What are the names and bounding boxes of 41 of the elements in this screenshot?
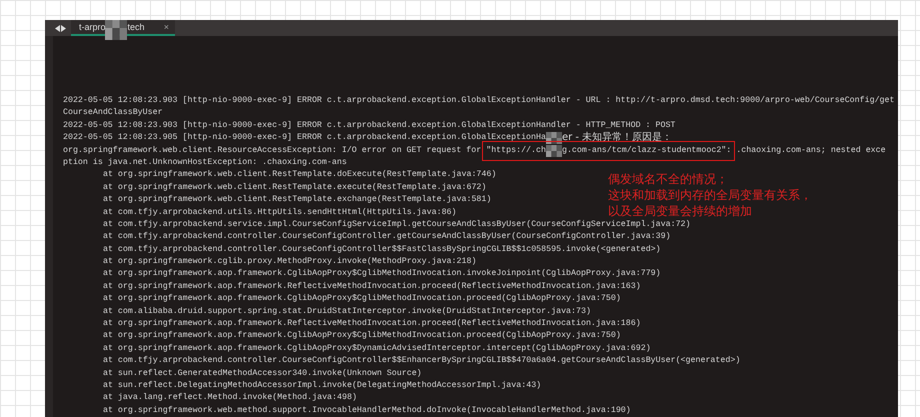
pixelated-blur: [546, 132, 562, 144]
log-text: at com.tfjy.arprobackend.utils.HttpUtils.sendHttHtml(HttpUtils.java:86): [103, 206, 457, 219]
annotation-text: 偶发域名不全的情况；: [608, 171, 729, 187]
log-text: at org.springframework.aop.framework.CglibAopProxy$CglibMethodInvocation.proceed(CglibAopProxy.java:750): [103, 330, 621, 342]
log-text: at org.springframework.aop.framework.ReflectiveMethodInvocation.proceed(ReflectiveMethodInvocation.java:186): [103, 318, 641, 330]
log-text: at org.springframework.aop.framework.CglibAopProxy$DynamicAdvisedInterceptor.intercept(CglibAopProxy.java:692): [103, 342, 651, 355]
log-text: er - 未知异常！原因是：: [562, 132, 672, 145]
log-text: at java.lang.reflect.Method.invoke(Method.java:498): [103, 392, 357, 404]
log-text: at org.springframework.aop.framework.CglibAopProxy$CglibMethodInvocation.invokeJoinpoint(CglibAopProxy.java:779): [103, 268, 661, 280]
annotation-text: 这块和加载到内存的全局变量有关系，: [608, 187, 812, 203]
log-text: at com.tfjy.arprobackend.controller.CourseConfigController$$EnhancerBySpringCGLIB$$470a6a04.getCourseAndClassByUser(<generated>): [103, 355, 740, 368]
log-text: CourseAndClassByUser: [63, 107, 163, 120]
log-text: at org.springframework.cglib.proxy.MethodProxy.invoke(MethodProxy.java:218): [103, 256, 476, 268]
tab-label: t-arpro: [79, 22, 106, 32]
log-text: g.com-ans/tcm/clazz-studentmooc2":: [562, 144, 732, 157]
log-text: "https://.ch: [486, 144, 546, 157]
pixelated-blur: [105, 20, 127, 40]
log-text: 2022-05-05 12:08:23.903 [http-nio-9000-exec-9] ERROR c.t.arprobackend.exception.GlobalExceptionHandler - HTTP_METHOD : POST: [63, 120, 676, 132]
log-text: .chaoxing.com-ans; nested exce: [735, 144, 886, 157]
log-text: at sun.reflect.DelegatingMethodAccessorImpl.invoke(DelegatingMethodAccessorImpl.java:43): [103, 380, 542, 392]
log-text: ption is java.net.UnknownHostException: .chaoxing.com-ans: [63, 156, 347, 169]
log-text: at sun.reflect.GeneratedMethodAccessor340.invoke(Unknown Source): [103, 368, 422, 380]
annotation-text: 以及全局变量会持续的增加: [608, 203, 753, 219]
log-text: 2022-05-05 12:08:23.903 [http-nio-9000-exec-9] ERROR c.t.arprobackend.exception.GlobalExceptionHandler - URL : http://t-arpro.dmsd.tech:9000/arpro-web/CourseConfig/get: [63, 95, 894, 107]
pixelated-blur: [546, 144, 562, 157]
log-text: at org.springframework.web.client.RestTemplate.execute(RestTemplate.java:672): [103, 182, 486, 194]
log-text: at com.tfjy.arprobackend.controller.CourseConfigController$$FastClassBySpringCGLIB$$1c058595.invoke(<generated>): [103, 244, 661, 256]
log-text: at org.springframework.aop.framework.ReflectiveMethodInvocation.proceed(ReflectiveMethodInvocation.java:163): [103, 280, 641, 293]
log-text: at org.springframework.web.client.RestTemplate.exchange(RestTemplate.java:581): [103, 194, 492, 206]
log-text: at org.springframework.web.client.RestTemplate.doExecute(RestTemplate.java:746): [103, 169, 496, 182]
log-text: at com.tfjy.arprobackend.service.impl.CourseConfigServiceImpl.getCourseAndClassByUser(CourseConfigServiceImpl.java:72): [103, 218, 691, 231]
left-arrow-icon[interactable]: [55, 24, 60, 32]
log-text: at org.springframework.web.method.support.InvocableHandlerMethod.doInvoke(InvocableHandlerMethod.java:190): [103, 404, 631, 417]
tab-label: tech: [128, 22, 145, 32]
log-text: at com.tfjy.arprobackend.controller.CourseConfigController.getCourseAndClassByUser(CourseConfigController.java:39): [103, 231, 671, 244]
log-text: at com.alibaba.druid.support.spring.stat.DruidStatInterceptor.invoke(DruidStatInterceptor.java:73): [103, 306, 591, 318]
log-text: org.springframework.web.client.ResourceAccessException: I/O error on GET request for: [63, 144, 482, 157]
log-text: 2022-05-05 12:08:23.905 [http-nio-9000-exec-9] ERROR c.t.arprobackend.exception.GlobalExceptionHa: [63, 132, 546, 144]
log-text: at org.springframework.aop.framework.CglibAopProxy$CglibMethodInvocation.proceed(CglibAopProxy.java:750): [103, 293, 621, 306]
close-button[interactable]: ×: [164, 22, 169, 32]
right-arrow-icon[interactable]: [61, 24, 66, 32]
